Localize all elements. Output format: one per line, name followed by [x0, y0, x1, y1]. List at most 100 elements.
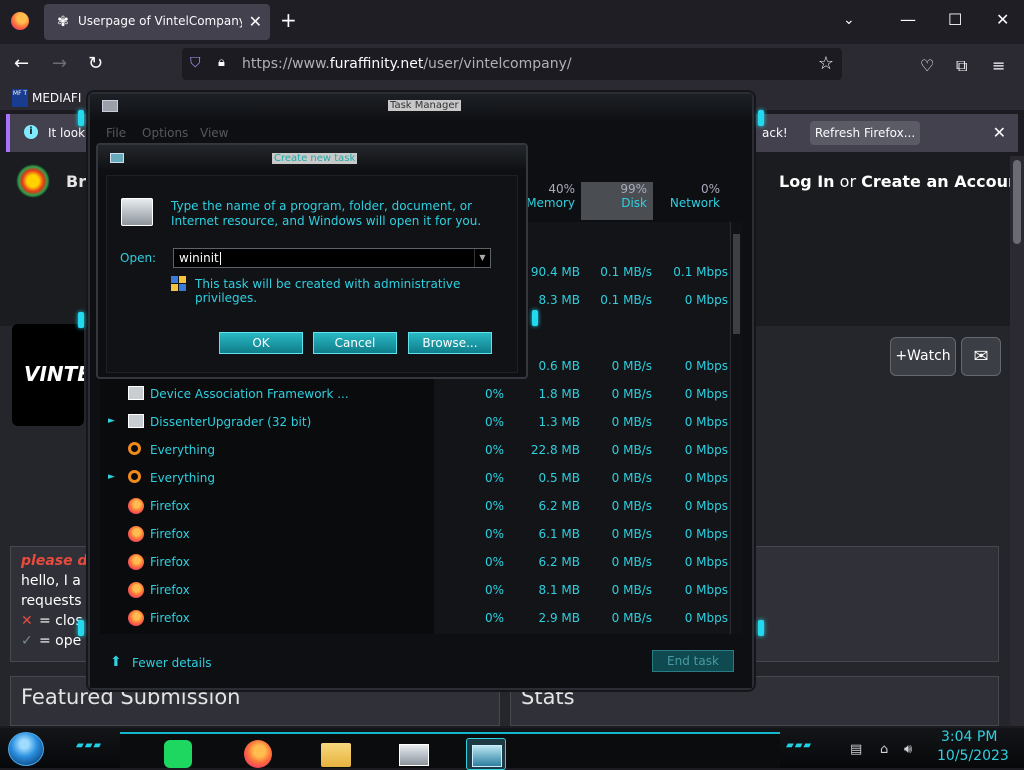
avatar-text: VINTE — [24, 362, 84, 386]
menu-options[interactable]: Options — [142, 126, 188, 140]
chevron-up-icon[interactable]: ⬆ — [110, 654, 122, 670]
bookmark-mediafire[interactable]: MEDIAFI — [32, 91, 81, 105]
process-cell: 0.1 Mbps — [673, 265, 728, 279]
process-cell: 0.1 MB/s — [600, 265, 652, 279]
column-disk[interactable]: 99% Disk — [581, 182, 653, 220]
tracking-protection-shield-icon[interactable]: ⛉ — [190, 55, 201, 71]
dialog-titlebar[interactable]: Create new task — [98, 145, 526, 169]
show-desktop-icon[interactable]: ▤ — [850, 742, 862, 757]
browse-button[interactable]: Browse... — [408, 332, 492, 354]
minimize-icon[interactable]: — — [900, 10, 916, 29]
back-icon[interactable]: ← — [14, 54, 29, 74]
extensions-icon[interactable]: ⧉ — [956, 56, 967, 76]
taskbar-run-dialog[interactable] — [466, 738, 506, 770]
avatar[interactable]: VINTE — [12, 324, 84, 426]
taskbar-task-manager[interactable] — [394, 738, 434, 770]
open-input-value[interactable]: wininit — [179, 251, 221, 265]
address-bar[interactable]: ⛉ 🔒︎ https://www.furaffinity.net/user/vi… — [182, 48, 842, 80]
process-cell: 0.6 MB — [538, 359, 580, 373]
process-cell: 0 Mbps — [684, 293, 728, 307]
cancel-button[interactable]: Cancel — [313, 332, 397, 354]
process-name: Firefox — [150, 527, 190, 541]
process-row[interactable]: Firefox 0% 6.2 MB 0 MB/s 0 Mbps — [100, 492, 730, 520]
profile-bio: please d hello, I a requests ✕ = clos ✓ … — [10, 546, 99, 662]
column-network[interactable]: 0% Network — [662, 182, 720, 220]
clock-time[interactable]: 3:04 PM — [941, 729, 997, 745]
process-cell: 0 Mbps — [684, 443, 728, 457]
menu-view[interactable]: View — [200, 126, 228, 140]
task-manager-titlebar[interactable]: Task Manager — [90, 94, 752, 120]
process-row[interactable]: Firefox 0% 6.1 MB 0 MB/s 0 Mbps — [100, 520, 730, 548]
network-icon[interactable]: ⌂ — [880, 742, 888, 757]
watch-button[interactable]: +Watch — [890, 337, 956, 376]
maximize-icon[interactable]: ☐ — [948, 10, 962, 29]
create-account-link[interactable]: Create an Account — [861, 172, 1024, 191]
process-cell: 0% — [484, 555, 504, 569]
process-list-scrollbar[interactable] — [730, 222, 742, 634]
process-row[interactable]: ► DissenterUpgrader (32 bit) 0% 1.3 MB 0 MB/… — [100, 408, 730, 436]
app-menu-icon[interactable]: ≡ — [992, 56, 1005, 75]
column-memory[interactable]: 40% Memory — [520, 182, 575, 220]
tab-userpage[interactable]: ✾ Userpage of VintelCompany -- Fur Affin… — [44, 4, 270, 40]
notice-text: It look — [48, 126, 86, 140]
firefox-icon — [128, 582, 144, 598]
open-input[interactable]: wininit ▼ — [173, 248, 491, 268]
expand-arrow-icon[interactable]: ► — [108, 416, 115, 426]
tab-title: Userpage of VintelCompany -- Fur Affinit… — [78, 14, 242, 28]
firefox-icon — [128, 610, 144, 626]
browse-link-partial[interactable]: Br — [66, 172, 86, 191]
skin-glow — [758, 110, 764, 126]
start-button[interactable] — [8, 732, 44, 766]
reload-icon[interactable]: ↻ — [88, 54, 103, 74]
check-icon: ✓ — [21, 633, 33, 649]
process-cell: 0 Mbps — [684, 415, 728, 429]
firefox-menu-icon[interactable] — [11, 12, 29, 30]
folder-icon — [321, 743, 351, 767]
process-row[interactable]: Firefox 0% 8.1 MB 0 MB/s 0 Mbps — [100, 576, 730, 604]
process-cell: 0 MB/s — [611, 611, 652, 625]
process-row[interactable]: Firefox 0% 2.9 MB 0 MB/s 0 Mbps — [100, 604, 730, 632]
page-scrollbar[interactable] — [1010, 156, 1024, 726]
pocket-icon[interactable]: ♡ — [920, 56, 934, 75]
taskbar-firefox[interactable] — [238, 738, 278, 770]
window-close-icon[interactable]: ✕ — [996, 10, 1009, 29]
message-envelope-icon[interactable]: ✉ — [961, 337, 1001, 376]
bookmark-star-icon[interactable]: ☆ — [818, 53, 834, 74]
process-row[interactable]: Device Association Framework ... 0% 1.8 MB… — [100, 380, 730, 408]
notice-close-icon[interactable]: ✕ — [993, 123, 1006, 142]
ok-button[interactable]: OK — [219, 332, 303, 354]
forward-icon[interactable]: → — [52, 54, 67, 74]
lock-icon[interactable]: 🔒︎ — [218, 55, 225, 70]
process-cell: 0 Mbps — [684, 583, 728, 597]
process-cell: 6.2 MB — [538, 499, 580, 513]
furaffinity-logo[interactable] — [16, 164, 50, 198]
taskbar-file-explorer[interactable] — [316, 738, 356, 770]
process-scroll-thumb[interactable] — [733, 234, 740, 334]
page-scroll-thumb[interactable] — [1013, 160, 1021, 244]
process-cell: 0 MB/s — [611, 555, 652, 569]
fewer-details-link[interactable]: Fewer details — [132, 656, 212, 670]
tab-close-icon[interactable]: ✕ — [249, 12, 262, 31]
end-task-button[interactable]: End task — [652, 650, 734, 672]
process-cell: 0 MB/s — [611, 527, 652, 541]
process-cell: 1.8 MB — [538, 387, 580, 401]
url-text[interactable]: https://www.furaffinity.net/user/vintelc… — [242, 56, 572, 72]
login-link[interactable]: Log In — [779, 172, 835, 191]
process-cell: 0% — [484, 583, 504, 597]
new-tab-button[interactable]: + — [280, 10, 297, 30]
expand-arrow-icon[interactable]: ► — [108, 472, 115, 482]
dropdown-arrow-icon[interactable]: ▼ — [474, 249, 490, 267]
process-cell: 22.8 MB — [530, 443, 580, 457]
volume-icon[interactable]: 🔊︎ — [904, 742, 912, 757]
taskbar-spotify[interactable] — [158, 738, 198, 770]
process-row[interactable]: Everything 0% 22.8 MB 0 MB/s 0 Mbps — [100, 436, 730, 464]
refresh-firefox-button[interactable]: Refresh Firefox... — [810, 121, 920, 145]
process-row[interactable]: Firefox 0% 6.2 MB 0 MB/s 0 Mbps — [100, 548, 730, 576]
process-row[interactable]: ► Everything 0% 0.5 MB 0 MB/s 0 Mbps — [100, 464, 730, 492]
clock-date[interactable]: 10/5/2023 — [937, 748, 1009, 764]
list-all-tabs-icon[interactable]: ⌄ — [843, 12, 855, 28]
menu-file[interactable]: File — [106, 126, 126, 140]
dialog-title: Create new task — [272, 153, 358, 164]
process-cell: 0 Mbps — [684, 611, 728, 625]
process-cell: 0 MB/s — [611, 443, 652, 457]
